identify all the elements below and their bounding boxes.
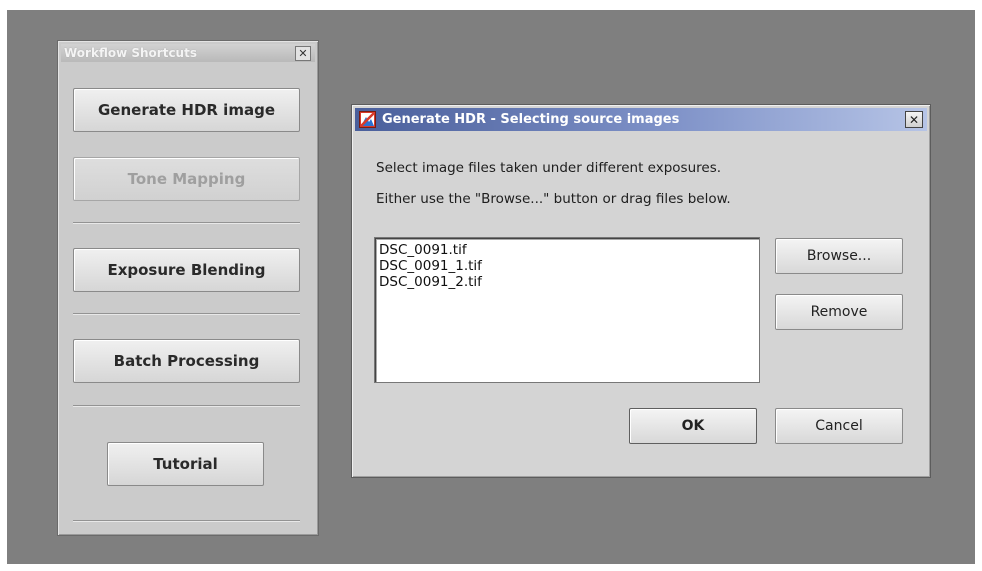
tutorial-button[interactable]: Tutorial bbox=[107, 442, 264, 486]
dialog-titlebar[interactable]: Generate HDR - Selecting source images ✕ bbox=[355, 108, 927, 131]
list-item[interactable]: DSC_0091_2.tif bbox=[379, 274, 755, 290]
cancel-button[interactable]: Cancel bbox=[775, 408, 903, 444]
workflow-shortcuts-title: Workflow Shortcuts bbox=[64, 46, 197, 60]
separator bbox=[73, 222, 300, 224]
browse-button[interactable]: Browse... bbox=[775, 238, 903, 274]
close-icon[interactable]: ✕ bbox=[905, 111, 923, 128]
separator bbox=[73, 520, 300, 522]
ok-button[interactable]: OK bbox=[629, 408, 757, 444]
batch-processing-button[interactable]: Batch Processing bbox=[73, 339, 300, 383]
photomatix-app-icon bbox=[359, 111, 376, 128]
desktop-background: Workflow Shortcuts ✕ Generate HDR image … bbox=[7, 10, 975, 564]
generate-hdr-button[interactable]: Generate HDR image bbox=[73, 88, 300, 132]
instruction-text-line2: Either use the "Browse..." button or dra… bbox=[376, 191, 731, 207]
generate-hdr-dialog: Generate HDR - Selecting source images ✕… bbox=[351, 104, 931, 478]
exposure-blending-button[interactable]: Exposure Blending bbox=[73, 248, 300, 292]
remove-button[interactable]: Remove bbox=[775, 294, 903, 330]
list-item[interactable]: DSC_0091.tif bbox=[379, 242, 755, 258]
source-files-list[interactable]: DSC_0091.tif DSC_0091_1.tif DSC_0091_2.t… bbox=[374, 237, 760, 383]
close-icon[interactable]: ✕ bbox=[295, 45, 311, 61]
list-item[interactable]: DSC_0091_1.tif bbox=[379, 258, 755, 274]
dialog-title: Generate HDR - Selecting source images bbox=[382, 112, 680, 127]
tone-mapping-button[interactable]: Tone Mapping bbox=[73, 157, 300, 201]
separator bbox=[73, 405, 300, 407]
separator bbox=[73, 313, 300, 315]
instruction-text-line1: Select image files taken under different… bbox=[376, 160, 722, 176]
workflow-shortcuts-titlebar[interactable]: Workflow Shortcuts ✕ bbox=[61, 44, 315, 62]
workflow-shortcuts-panel: Workflow Shortcuts ✕ Generate HDR image … bbox=[57, 40, 319, 536]
